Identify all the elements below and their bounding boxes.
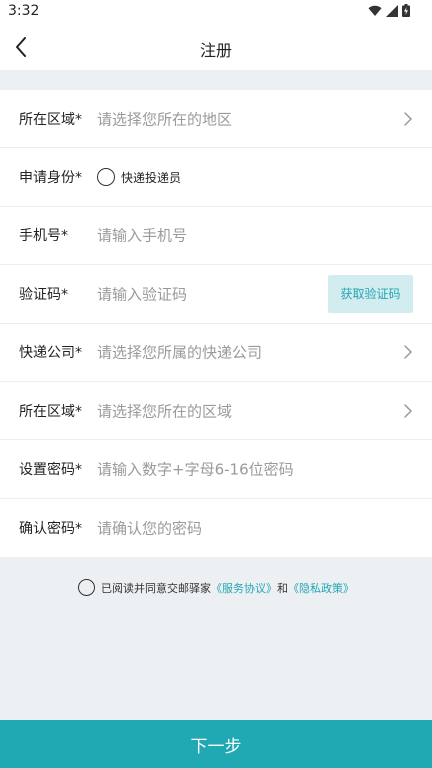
area-placeholder: 请选择您所在的区域 bbox=[97, 402, 233, 421]
verification-code-row[interactable]: 验证码* 请输入验证码 获取验证码 bbox=[0, 265, 432, 324]
radio-circle-icon bbox=[97, 168, 115, 187]
agreement-row: 已阅读并同意交邮驿家《服务协议》和《隐私政策》 bbox=[0, 579, 432, 596]
area-select-row[interactable]: 所在区域* 请选择您所在的区域 bbox=[0, 382, 432, 441]
courier-radio[interactable]: 快递投递员 bbox=[97, 168, 182, 187]
confirm-password-input[interactable]: 请确认您的密码 bbox=[97, 517, 202, 538]
chevron-right-icon bbox=[404, 345, 413, 359]
password-label: 设置密码* bbox=[19, 462, 82, 479]
status-time: 3:32 bbox=[8, 3, 40, 19]
region-label: 所在区域* bbox=[19, 111, 82, 128]
page-title: 注册 bbox=[199, 41, 232, 60]
get-code-button[interactable]: 获取验证码 bbox=[328, 274, 413, 313]
status-bar: 3:32 bbox=[0, 0, 432, 24]
region-placeholder: 请选择您所在的地区 bbox=[97, 110, 233, 129]
password-input[interactable]: 请输入数字+字母6-16位密码 bbox=[97, 459, 294, 480]
confirm-password-label: 确认密码* bbox=[19, 520, 82, 537]
courier-company-row[interactable]: 快递公司* 请选择您所属的快递公司 bbox=[0, 324, 432, 382]
password-row[interactable]: 设置密码* 请输入数字+字母6-16位密码 bbox=[0, 440, 432, 499]
courier-radio-label: 快递投递员 bbox=[121, 170, 182, 185]
agreement-checkbox[interactable] bbox=[78, 579, 95, 596]
wifi-icon bbox=[368, 5, 382, 16]
region-select-row[interactable]: 所在区域* 请选择您所在的地区 bbox=[0, 90, 432, 149]
identity-label: 申请身份* bbox=[19, 170, 82, 187]
title-bar: 注册 bbox=[0, 24, 432, 70]
courier-company-label: 快递公司* bbox=[19, 345, 82, 362]
identity-row: 申请身份* 快递投递员 bbox=[0, 148, 432, 207]
area-label: 所在区域* bbox=[19, 403, 82, 420]
phone-input[interactable]: 请输入手机号 bbox=[97, 225, 187, 246]
confirm-password-row[interactable]: 确认密码* 请确认您的密码 bbox=[0, 499, 432, 557]
service-agreement-link[interactable]: 《服务协议》 bbox=[211, 582, 277, 595]
agreement-prefix: 已阅读并同意交邮驿家 bbox=[101, 581, 211, 595]
agreement-text: 已阅读并同意交邮驿家《服务协议》和《隐私政策》 bbox=[101, 580, 354, 596]
phone-label: 手机号* bbox=[19, 228, 68, 245]
privacy-policy-link[interactable]: 《隐私政策》 bbox=[288, 582, 354, 595]
courier-company-placeholder: 请选择您所属的快递公司 bbox=[97, 343, 263, 362]
verification-code-input[interactable]: 请输入验证码 bbox=[97, 283, 187, 304]
cellular-signal-icon bbox=[386, 4, 398, 17]
chevron-right-icon bbox=[404, 111, 413, 126]
agreement-conjunction: 和 bbox=[277, 581, 288, 595]
registration-form: 所在区域* 请选择您所在的地区 申请身份* 快递投递员 手机号* 请输入手机号 … bbox=[0, 90, 432, 558]
battery-icon bbox=[402, 4, 410, 17]
status-icons bbox=[368, 4, 410, 17]
chevron-right-icon bbox=[404, 403, 413, 418]
next-step-button[interactable]: 下一步 bbox=[0, 720, 432, 768]
verification-code-label: 验证码* bbox=[19, 286, 68, 303]
phone-row[interactable]: 手机号* 请输入手机号 bbox=[0, 207, 432, 266]
